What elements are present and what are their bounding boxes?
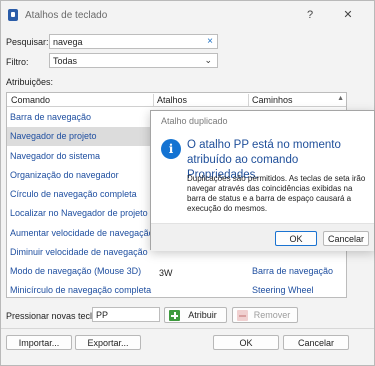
- window-title: Atalhos de teclado: [25, 10, 108, 21]
- import-button[interactable]: Importar...: [6, 335, 72, 350]
- close-icon[interactable]: ✕: [338, 7, 358, 23]
- column-header-command[interactable]: Comando: [11, 95, 50, 105]
- row-command: Localizar no Navegador de projeto: [10, 208, 148, 218]
- popup-title: Atalho duplicado: [161, 116, 228, 126]
- row-path: Steering Wheel: [252, 285, 314, 295]
- row-command: Barra de navegação: [10, 112, 92, 122]
- row-shortcut: 3W: [159, 268, 173, 278]
- search-input[interactable]: navega ×: [49, 34, 218, 49]
- assign-button[interactable]: Atribuir: [164, 307, 227, 323]
- chevron-down-icon: ⌄: [204, 55, 212, 65]
- row-command: Navegador do sistema: [10, 151, 101, 161]
- ok-button[interactable]: OK: [213, 335, 279, 350]
- popup-ok-button[interactable]: OK: [275, 231, 317, 246]
- plus-icon: [169, 310, 180, 321]
- press-keys-label: Pressionar novas teclas:: [6, 311, 105, 321]
- info-icon: i: [161, 139, 181, 159]
- popup-footer: OK Cancelar: [151, 223, 374, 251]
- popup-cancel-button[interactable]: Cancelar: [323, 231, 369, 246]
- search-value: navega: [53, 37, 83, 47]
- row-path: Barra de navegação: [252, 266, 334, 276]
- duplicate-shortcut-popup: Atalho duplicado i O atalho PP está no m…: [150, 110, 375, 251]
- table-header: Comando Atalhos Caminhos ▲: [7, 93, 346, 107]
- press-keys-input[interactable]: PP: [92, 307, 160, 322]
- assign-label: Atribuir: [188, 310, 217, 320]
- press-keys-value: PP: [96, 310, 109, 320]
- popup-message: Duplicações são permitidos. As teclas de…: [187, 174, 366, 213]
- column-divider[interactable]: [153, 94, 154, 106]
- row-command: Aumentar velocidade de navegação: [10, 228, 154, 238]
- title-bar: Atalhos de teclado ? ✕: [1, 1, 374, 29]
- column-header-paths[interactable]: Caminhos: [252, 95, 293, 105]
- export-button[interactable]: Exportar...: [75, 335, 141, 350]
- row-command: Navegador de projeto: [10, 131, 97, 141]
- cancel-button[interactable]: Cancelar: [283, 335, 349, 350]
- table-row[interactable]: Modo de navegação (Mouse 3D) 3W Barra de…: [7, 262, 346, 282]
- row-command: Minicírculo de navegação completa: [10, 285, 152, 295]
- row-command: Diminuir velocidade de navegação: [10, 247, 148, 257]
- column-header-shortcuts[interactable]: Atalhos: [157, 95, 187, 105]
- row-command: Modo de navegação (Mouse 3D): [10, 266, 142, 276]
- filter-select[interactable]: Todas ⌄: [49, 53, 218, 68]
- filter-label: Filtro:: [6, 57, 29, 67]
- filter-value: Todas: [53, 56, 78, 66]
- remove-button[interactable]: Remover: [232, 307, 298, 323]
- search-label: Pesquisar:: [6, 37, 49, 47]
- column-divider[interactable]: [248, 94, 249, 106]
- app-icon: [8, 9, 18, 21]
- table-row[interactable]: Minicírculo de navegação completa Steeri…: [7, 282, 346, 297]
- scroll-up-icon[interactable]: ▲: [337, 95, 344, 102]
- divider: [1, 328, 374, 329]
- minus-icon: [237, 310, 248, 321]
- clear-search-icon[interactable]: ×: [207, 36, 213, 47]
- row-command: Círculo de navegação completa: [10, 189, 137, 199]
- assignments-label: Atribuições:: [6, 77, 54, 87]
- help-button[interactable]: ?: [300, 7, 320, 23]
- row-command: Organização do navegador: [10, 170, 119, 180]
